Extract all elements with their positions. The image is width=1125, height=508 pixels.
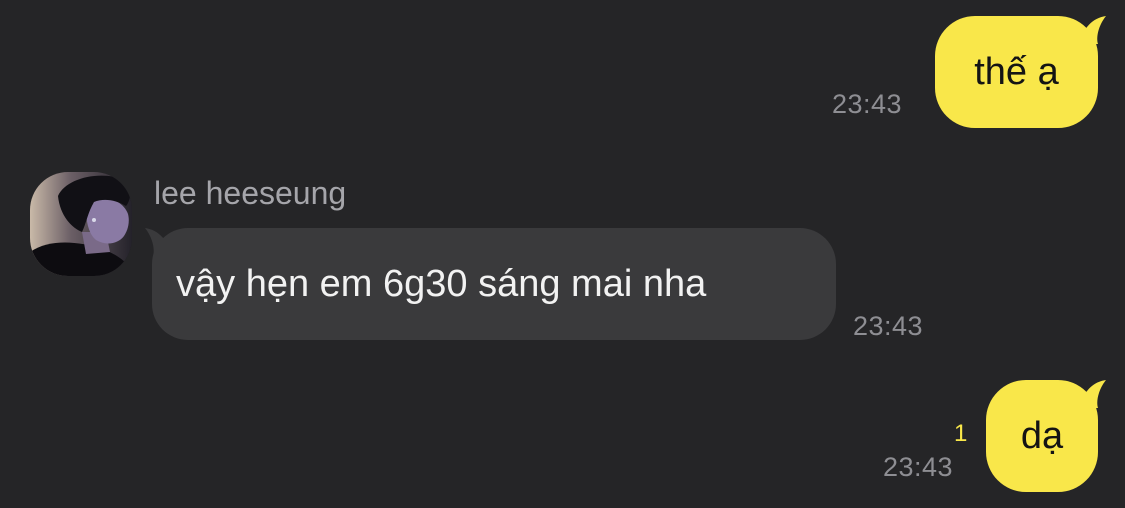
message-bubble[interactable]: thế ạ bbox=[935, 16, 1098, 128]
message-text: thế ạ bbox=[974, 50, 1059, 93]
message-time: 23:43 bbox=[832, 89, 903, 119]
message-time: 23:43 bbox=[883, 452, 954, 482]
unread-count: 1 bbox=[954, 420, 968, 447]
profile-photo-icon bbox=[30, 172, 132, 276]
message-text: vậy hẹn em 6g30 sáng mai nha bbox=[176, 262, 707, 305]
avatar[interactable] bbox=[30, 172, 132, 276]
message-bubble[interactable]: vậy hẹn em 6g30 sáng mai nha bbox=[152, 228, 836, 340]
message-bubble[interactable]: dạ bbox=[986, 380, 1098, 492]
sender-name: lee heeseung bbox=[154, 175, 347, 211]
message-text: dạ bbox=[1020, 414, 1064, 457]
message-time: 23:43 bbox=[853, 311, 924, 341]
